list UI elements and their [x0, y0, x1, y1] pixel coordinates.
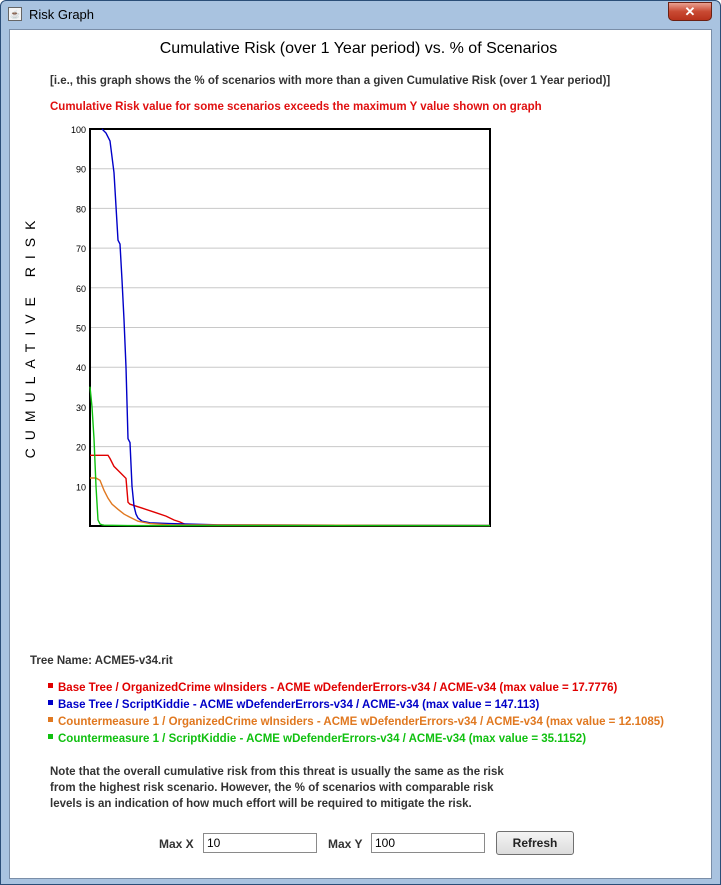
chart-title: Cumulative Risk (over 1 Year period) vs.… — [159, 40, 558, 57]
note-line: from the highest risk scenario. However,… — [50, 782, 494, 794]
max-x-input[interactable] — [203, 833, 317, 853]
legend-swatch — [48, 717, 53, 723]
note-line: levels is an indication of how much effo… — [50, 798, 472, 810]
app-icon: ☕ — [8, 7, 22, 21]
legend-swatch — [48, 734, 53, 740]
warning-text: Cumulative Risk value for some scenarios… — [50, 101, 542, 113]
client-area: Cumulative Risk (over 1 Year period) vs.… — [9, 29, 712, 879]
chart-subtitle: [i.e., this graph shows the % of scenari… — [50, 75, 611, 87]
legend-label: Countermeasure 1 / OrganizedCrime wInsid… — [58, 716, 664, 728]
window-title: Risk Graph — [29, 7, 95, 22]
series-line — [90, 477, 491, 527]
y-axis-label: CUMULATIVE RISK — [22, 213, 38, 459]
note-line: Note that the overall cumulative risk fr… — [50, 766, 504, 778]
legend-label: Base Tree / OrganizedCrime wInsiders - A… — [58, 682, 618, 694]
max-x-label: Max X — [159, 837, 194, 851]
y-tick-label: 90 — [76, 165, 86, 175]
y-tick-label: 10 — [76, 482, 86, 492]
legend-item: Countermeasure 1 / OrganizedCrime wInsid… — [48, 714, 664, 731]
legend: Base Tree / OrganizedCrime wInsiders - A… — [48, 680, 664, 748]
legend-swatch — [48, 700, 53, 706]
y-tick-label: 30 — [76, 403, 86, 413]
title-bar[interactable]: ☕ Risk Graph ✕ — [1, 1, 720, 29]
y-tick-label: 20 — [76, 443, 86, 453]
risk-chart: 1020304050607080901000.012345678910 %SCE… — [22, 125, 491, 527]
legend-swatch — [48, 683, 53, 689]
y-tick-label: 70 — [76, 244, 86, 254]
y-tick-label: 60 — [76, 284, 86, 294]
y-tick-label: 50 — [76, 324, 86, 334]
risk-graph-window: ☕ Risk Graph ✕ Cumulative Risk (over 1 Y… — [0, 0, 721, 885]
legend-item: Base Tree / OrganizedCrime wInsiders - A… — [48, 680, 664, 697]
legend-item: Base Tree / ScriptKiddie - ACME wDefende… — [48, 697, 664, 714]
y-tick-label: 40 — [76, 363, 86, 373]
tree-name: Tree Name: ACME5-v34.rit — [30, 655, 173, 667]
refresh-button[interactable]: Refresh — [496, 831, 574, 855]
series-line — [89, 386, 490, 527]
legend-item: Countermeasure 1 / ScriptKiddie - ACME w… — [48, 731, 664, 748]
series-line — [90, 454, 490, 527]
y-tick-label: 100 — [71, 125, 86, 135]
max-y-input[interactable] — [371, 833, 485, 853]
note-text: Note that the overall cumulative risk fr… — [50, 764, 550, 812]
legend-label: Countermeasure 1 / ScriptKiddie - ACME w… — [58, 733, 587, 745]
max-y-label: Max Y — [328, 837, 363, 851]
close-button[interactable]: ✕ — [668, 2, 712, 21]
y-tick-label: 80 — [76, 204, 86, 214]
legend-label: Base Tree / ScriptKiddie - ACME wDefende… — [58, 699, 540, 711]
